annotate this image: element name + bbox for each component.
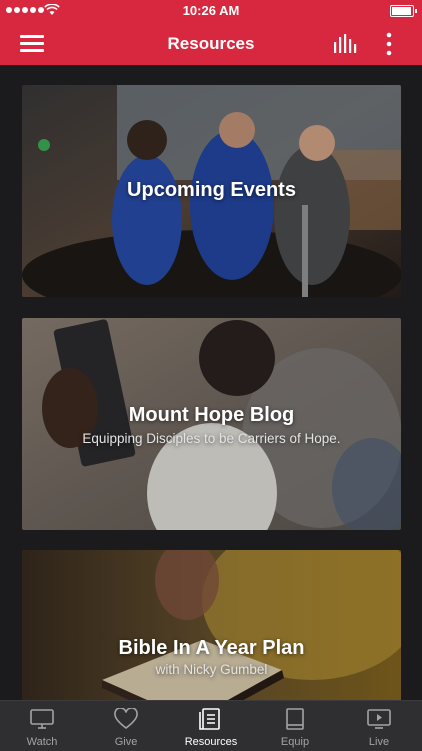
heart-icon [114,708,138,730]
card-text: Bible In A Year Plan with Nicky Gumbel [22,637,401,677]
audio-bars-icon[interactable] [333,34,357,54]
book-icon [286,708,304,730]
top-nav-bar: Resources [0,22,422,65]
card-text: Upcoming Events [22,179,401,202]
tv-icon [30,709,54,729]
card-title: Upcoming Events [127,179,296,201]
tab-label: Live [368,736,390,748]
tab-label: Give [114,736,138,748]
tab-label: Equip [280,736,310,748]
tab-live[interactable]: Live [337,701,421,751]
tab-label: Watch [26,736,58,748]
resources-list: Upcoming Events Mount Hope Blog Equippin… [0,65,422,700]
card-subtitle: with Nicky Gumbel [155,662,268,677]
status-time: 10:26 AM [182,3,240,18]
document-list-icon [199,708,220,730]
tab-watch[interactable]: Watch [0,701,84,751]
card-text: Mount Hope Blog Equipping Disciples to b… [22,404,401,446]
card-bible-in-a-year[interactable]: Bible In A Year Plan with Nicky Gumbel [22,550,401,700]
card-upcoming-events[interactable]: Upcoming Events [22,85,401,297]
card-title: Bible In A Year Plan [118,637,305,659]
play-screen-icon [367,709,391,729]
battery-icon [390,5,417,17]
open-bible-photo [22,550,401,700]
card-subtitle: Equipping Disciples to be Carriers of Ho… [82,431,341,446]
tab-label: Resources [184,736,238,748]
bottom-tab-bar: Watch Give Resources Equip Live [0,700,422,751]
card-mount-hope-blog[interactable]: Mount Hope Blog Equipping Disciples to b… [22,318,401,530]
page-title: Resources [167,34,255,53]
more-vertical-icon[interactable] [383,32,395,56]
card-title: Mount Hope Blog [128,404,295,426]
tab-resources[interactable]: Resources [169,701,253,751]
tab-give[interactable]: Give [84,701,168,751]
status-bar: 10:26 AM [0,0,422,22]
tab-equip[interactable]: Equip [253,701,337,751]
